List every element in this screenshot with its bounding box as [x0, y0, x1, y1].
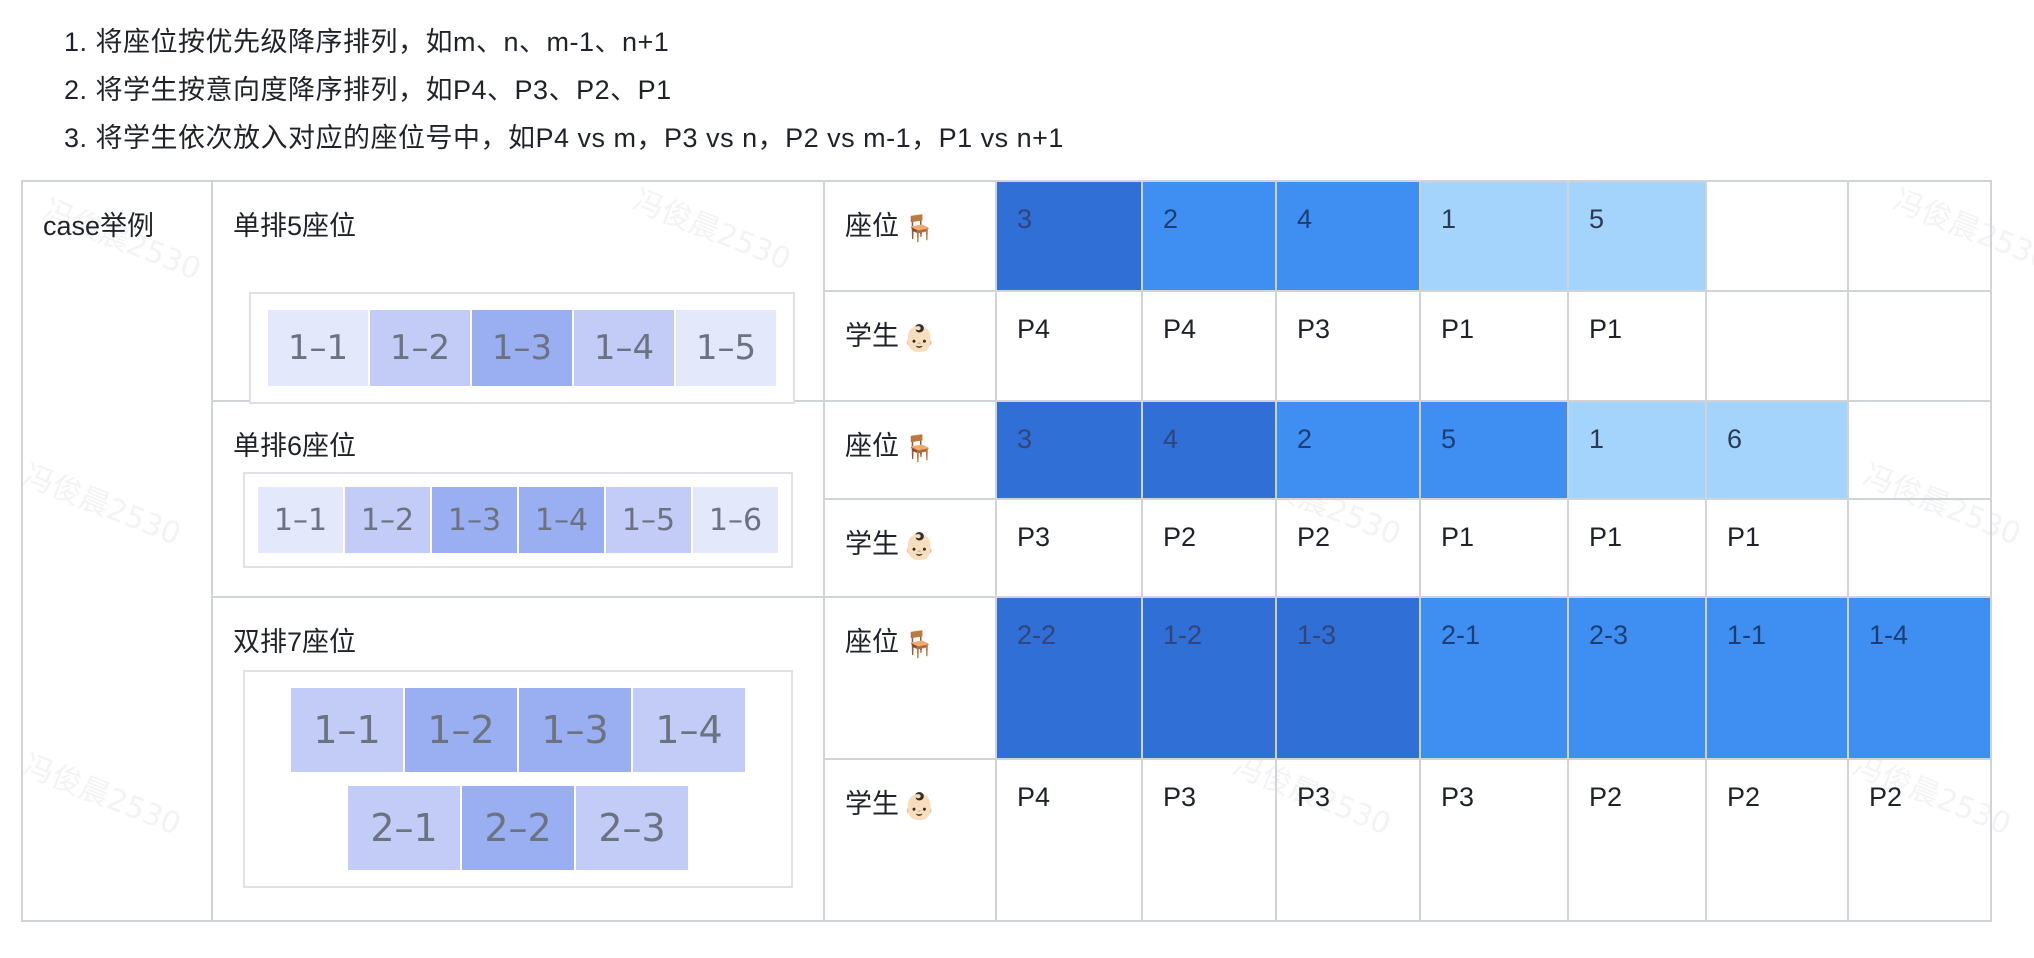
case-diagram-cell: 双排7座位 1–1 1–2 1–3 1–4 2–1 2–2 2–3 — [211, 596, 825, 922]
seat-priority-cell: 2 — [1141, 180, 1277, 292]
chair-icon: 🪑 — [903, 433, 936, 463]
student-assignment-cell: P1 — [1419, 498, 1569, 598]
seat-diagram-row: 1–1 1–2 1–3 1–4 — [291, 688, 745, 772]
baby-icon: 👶🏻 — [903, 323, 936, 353]
step-item: 2. 将学生按意向度降序排列，如P4、P3、P2、P1 — [64, 75, 672, 105]
steps-list: 1. 将座位按优先级降序排列，如m、n、m-1、n+1 2. 将学生按意向度降序… — [64, 18, 1064, 162]
student-assignment-cell: P1 — [1705, 498, 1849, 598]
student-assignment-cell: P4 — [995, 290, 1143, 402]
student-assignment-cell: P4 — [995, 758, 1143, 922]
seat-label: 座位 — [845, 431, 899, 461]
step-item: 1. 将座位按优先级降序排列，如m、n、m-1、n+1 — [64, 27, 670, 57]
seat-diagram: 1–1 1–2 1–3 1–4 1–5 1–6 — [243, 472, 793, 568]
student-label: 学生 — [845, 321, 899, 351]
student-label: 学生 — [845, 789, 899, 819]
diagram-seat: 1–4 — [633, 688, 745, 772]
case-diagram-cell: 单排5座位 1–1 1–2 1–3 1–4 1–5 — [211, 180, 825, 404]
seat-priority-cell: 2-3 — [1567, 596, 1707, 760]
student-assignment-cell: P1 — [1567, 498, 1707, 598]
student-assignment-cell: P3 — [995, 498, 1143, 598]
student-assignment-cell — [1847, 498, 1992, 598]
seat-priority-cell: 5 — [1567, 180, 1707, 292]
case-title: 单排5座位 — [233, 211, 357, 241]
diagram-seat: 1–5 — [676, 310, 776, 386]
diagram-seat: 1–2 — [370, 310, 472, 386]
case-header-label: case举例 — [43, 211, 155, 241]
seat-priority-cell: 1-2 — [1141, 596, 1277, 760]
chair-icon: 🪑 — [903, 629, 936, 659]
seat-priority-cell — [1847, 400, 1992, 500]
student-assignment-cell: P3 — [1275, 758, 1421, 922]
seat-priority-cell: 1-1 — [1705, 596, 1849, 760]
student-assignment-cell — [1847, 290, 1992, 402]
seat-diagram-row: 2–1 2–2 2–3 — [348, 786, 688, 870]
seat-priority-cell — [1847, 180, 1992, 292]
student-row-label: 学生 👶🏻 — [823, 758, 997, 922]
seat-label: 座位 — [845, 211, 899, 241]
seat-diagram-row: 1–1 1–2 1–3 1–4 1–5 1–6 — [258, 487, 778, 553]
student-assignment-cell: P2 — [1847, 758, 1992, 922]
case-header-cell: case举例 — [21, 180, 213, 922]
diagram-seat: 2–3 — [576, 786, 688, 870]
chair-icon: 🪑 — [903, 213, 936, 243]
student-assignment-cell: P2 — [1567, 758, 1707, 922]
case-title: 双排7座位 — [233, 627, 357, 657]
student-assignment-cell: P2 — [1275, 498, 1421, 598]
seat-priority-cell: 3 — [995, 400, 1143, 500]
seat-row-label: 座位 🪑 — [823, 180, 997, 292]
seat-diagram-row: 1–1 1–2 1–3 1–4 1–5 — [268, 310, 776, 386]
diagram-seat: 1–4 — [519, 487, 606, 553]
diagram-seat: 1–2 — [345, 487, 432, 553]
step-item: 3. 将学生依次放入对应的座位号中，如P4 vs m，P3 vs n，P2 vs… — [64, 123, 1064, 153]
seat-diagram: 1–1 1–2 1–3 1–4 1–5 — [249, 292, 795, 404]
case-diagram-cell: 单排6座位 1–1 1–2 1–3 1–4 1–5 1–6 — [211, 400, 825, 598]
diagram-seat: 1–1 — [291, 688, 405, 772]
diagram-seat: 1–3 — [432, 487, 519, 553]
diagram-seat: 1–1 — [268, 310, 370, 386]
diagram-seat: 2–1 — [348, 786, 462, 870]
diagram-seat: 1–1 — [258, 487, 345, 553]
seat-priority-cell: 2 — [1275, 400, 1421, 500]
seat-priority-cell: 1 — [1419, 180, 1569, 292]
diagram-seat: 1–6 — [693, 487, 778, 553]
seat-priority-cell: 4 — [1141, 400, 1277, 500]
seat-priority-cell: 2-2 — [995, 596, 1143, 760]
student-assignment-cell: P2 — [1141, 498, 1277, 598]
student-assignment-cell: P1 — [1419, 290, 1569, 402]
diagram-seat: 1–2 — [405, 688, 519, 772]
student-assignment-cell: P1 — [1567, 290, 1707, 402]
seat-diagram: 1–1 1–2 1–3 1–4 2–1 2–2 2–3 — [243, 670, 793, 888]
student-assignment-cell: P3 — [1275, 290, 1421, 402]
seat-row-label: 座位 🪑 — [823, 400, 997, 500]
seat-priority-cell: 4 — [1275, 180, 1421, 292]
seat-priority-cell: 2-1 — [1419, 596, 1569, 760]
student-assignment-cell: P2 — [1705, 758, 1849, 922]
student-row-label: 学生 👶🏻 — [823, 498, 997, 598]
student-label: 学生 — [845, 529, 899, 559]
diagram-seat: 1–3 — [519, 688, 633, 772]
case-title: 单排6座位 — [233, 431, 357, 461]
seat-priority-cell: 3 — [995, 180, 1143, 292]
diagram-seat: 1–5 — [606, 487, 693, 553]
diagram-seat: 1–3 — [472, 310, 574, 386]
seat-priority-cell: 1-4 — [1847, 596, 1992, 760]
diagram-seat: 2–2 — [462, 786, 576, 870]
case-table: case举例 单排5座位 1–1 1–2 1–3 1–4 1–5 座位 🪑 3 2 4 1 5 学生 👶🏻 P4… — [21, 180, 1992, 922]
student-assignment-cell: P3 — [1419, 758, 1569, 922]
student-assignment-cell: P4 — [1141, 290, 1277, 402]
seat-priority-cell — [1705, 180, 1849, 292]
seat-priority-cell: 1 — [1567, 400, 1707, 500]
diagram-seat: 1–4 — [574, 310, 676, 386]
baby-icon: 👶🏻 — [903, 791, 936, 821]
seat-priority-cell: 6 — [1705, 400, 1849, 500]
seat-label: 座位 — [845, 627, 899, 657]
seat-row-label: 座位 🪑 — [823, 596, 997, 760]
student-row-label: 学生 👶🏻 — [823, 290, 997, 402]
student-assignment-cell — [1705, 290, 1849, 402]
seat-priority-cell: 1-3 — [1275, 596, 1421, 760]
student-assignment-cell: P3 — [1141, 758, 1277, 922]
baby-icon: 👶🏻 — [903, 531, 936, 561]
seat-priority-cell: 5 — [1419, 400, 1569, 500]
